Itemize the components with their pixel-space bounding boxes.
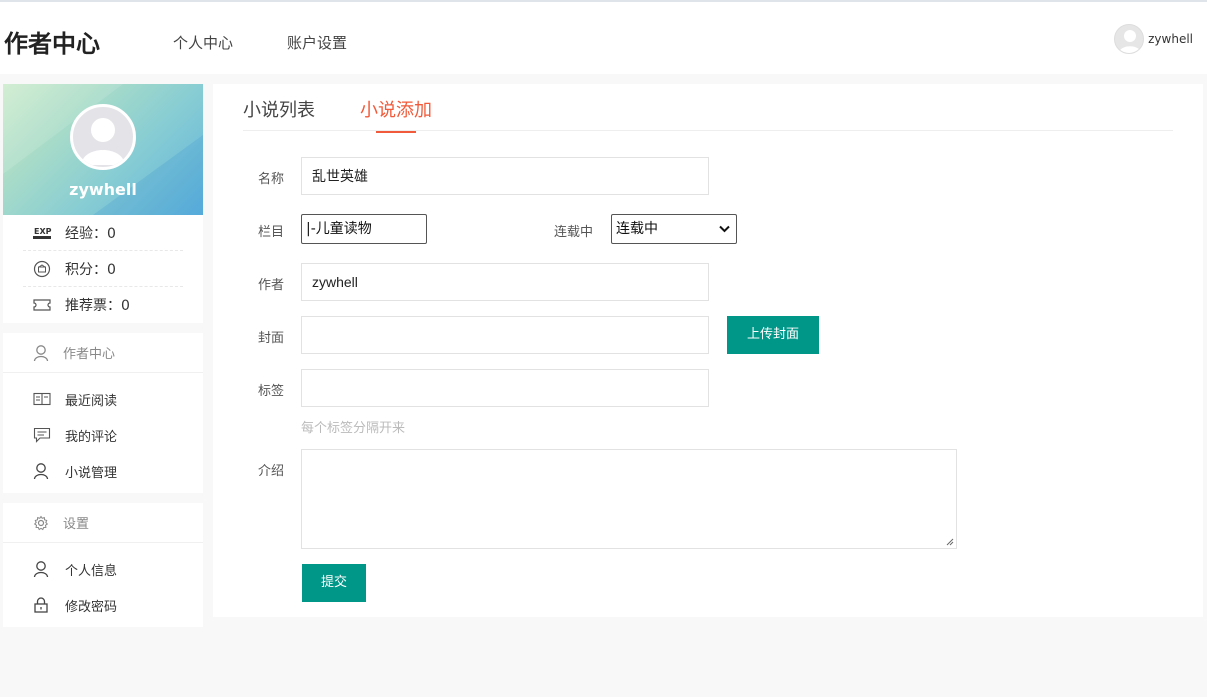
tab-novel-list[interactable]: 小说列表 <box>243 96 315 131</box>
intro-label: 介绍 <box>258 464 285 479</box>
menu-head-settings: 设置 <box>3 503 203 543</box>
book-icon <box>33 392 51 406</box>
sidebar-item-recent-reading[interactable]: 最近阅读 <box>3 381 203 417</box>
tags-label: 标签 <box>258 384 285 399</box>
user-icon <box>33 462 51 480</box>
avatar-person-icon <box>81 118 125 165</box>
author-input[interactable]: zywhell <box>301 263 709 301</box>
user-icon <box>33 344 49 362</box>
tags-input[interactable] <box>301 369 709 407</box>
header: 作者中心 个人中心 账户设置 zywhell <box>0 2 1207 74</box>
nav-personal-center[interactable]: 个人中心 <box>173 32 233 53</box>
tab-novel-add[interactable]: 小说添加 <box>360 96 432 133</box>
svg-text:EXP: EXP <box>34 227 52 236</box>
category-select[interactable]: |-儿童读物 <box>301 214 427 244</box>
sidebar-item-my-comments[interactable]: 我的评论 <box>3 417 203 453</box>
author-label: 作者 <box>258 278 285 293</box>
profile-avatar <box>70 104 136 170</box>
main-panel: 小说列表 小说添加 名称 乱世英雄 栏目 |-儿童读物 连载中 连载中 作者 z… <box>213 84 1203 617</box>
avatar-person-icon <box>1119 30 1142 53</box>
sidebar-item-personal-info[interactable]: 个人信息 <box>3 551 203 587</box>
stat-recommend-tickets: 推荐票：0 <box>23 287 183 323</box>
ticket-icon <box>31 298 53 312</box>
intro-textarea[interactable] <box>301 449 957 549</box>
cover-label: 封面 <box>258 331 285 346</box>
points-icon <box>31 260 53 278</box>
user-menu[interactable]: zywhell <box>1114 23 1193 55</box>
stat-experience: EXP 经验：0 <box>23 215 183 251</box>
menu-group-author-center: 作者中心 最近阅读 我的评论 小说管理 <box>3 333 203 493</box>
comment-icon <box>33 427 51 443</box>
status-label: 连载中 <box>554 225 594 240</box>
user-icon <box>33 560 51 578</box>
tags-hint: 每个标签分隔开来 <box>301 421 406 436</box>
submit-button[interactable]: 提交 <box>302 564 366 602</box>
stat-points: 积分：0 <box>23 251 183 287</box>
name-label: 名称 <box>258 172 285 187</box>
avatar <box>1114 24 1145 54</box>
menu-head-author-center: 作者中心 <box>3 333 203 373</box>
upload-cover-button[interactable]: 上传封面 <box>727 316 819 354</box>
sidebar-item-change-password[interactable]: 修改密码 <box>3 587 203 623</box>
chevron-down-icon <box>719 225 730 233</box>
stats-list: EXP 经验：0 积分：0 推荐票：0 <box>3 215 203 323</box>
status-select[interactable]: 连载中 <box>611 214 737 244</box>
exp-icon: EXP <box>31 225 53 241</box>
profile-username: zywhell <box>69 180 137 199</box>
lock-icon <box>33 597 51 613</box>
brand-title: 作者中心 <box>4 30 100 58</box>
sidebar: zywhell EXP 经验：0 积分：0 推荐票：0 作者中心 最近阅读 我的… <box>3 84 203 627</box>
name-input[interactable]: 乱世英雄 <box>301 157 709 195</box>
gear-icon <box>33 515 49 531</box>
category-label: 栏目 <box>258 225 285 240</box>
profile-banner: zywhell <box>3 84 203 215</box>
cover-input[interactable] <box>301 316 709 354</box>
tab-bar: 小说列表 小说添加 <box>243 84 1173 133</box>
header-username: zywhell <box>1148 32 1193 46</box>
resize-grip-icon[interactable] <box>946 538 954 546</box>
sidebar-item-novel-management[interactable]: 小说管理 <box>3 453 203 489</box>
menu-group-settings: 设置 个人信息 修改密码 <box>3 503 203 627</box>
nav-account-settings[interactable]: 账户设置 <box>287 32 347 53</box>
